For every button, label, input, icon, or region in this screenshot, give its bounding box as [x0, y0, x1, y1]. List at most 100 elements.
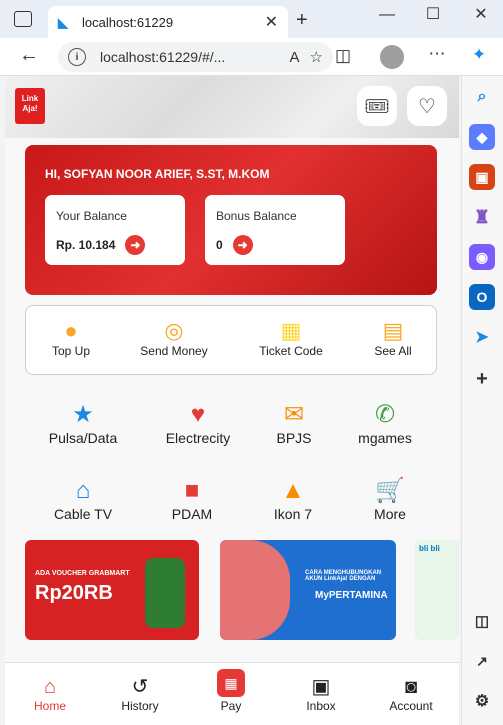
- phone-icon: ✆: [374, 401, 396, 428]
- outlook-icon[interactable]: O: [469, 284, 495, 310]
- nav-home[interactable]: ⌂ Home: [15, 675, 85, 713]
- notepad-icon: ▤: [382, 318, 404, 343]
- nav-label: History: [121, 699, 159, 713]
- service-label: Cable TV: [53, 506, 113, 522]
- nav-label: Home: [33, 699, 66, 713]
- quick-see-all[interactable]: ▤ See All: [348, 318, 438, 358]
- arrow-right-icon[interactable]: ➜: [232, 235, 253, 255]
- home-icon: ⌂: [75, 477, 91, 504]
- search-icon[interactable]: ⌕: [469, 84, 495, 110]
- banner-amount: Rp20RB: [35, 582, 113, 604]
- close-tab-icon[interactable]: ✕: [265, 12, 278, 32]
- ticket-icon: 🎟: [364, 95, 390, 118]
- banner-title: MyPERTAMINA: [315, 590, 388, 601]
- add-icon[interactable]: +: [469, 366, 495, 392]
- service-bpjs[interactable]: ✉ BPJS: [244, 400, 344, 446]
- service-pulsa[interactable]: ★ Pulsa/Data: [33, 400, 133, 446]
- service-pdam[interactable]: ■ PDAM: [142, 476, 242, 522]
- close-window-icon[interactable]: ✕: [466, 4, 496, 24]
- quick-label: Ticket Code: [259, 344, 323, 358]
- copilot-app-icon[interactable]: ◉: [469, 244, 495, 270]
- nav-account[interactable]: ◙ Account: [376, 675, 446, 713]
- home-icon: ⌂: [43, 676, 57, 698]
- new-tab-icon[interactable]: +: [296, 9, 308, 32]
- banner-image: [220, 540, 290, 640]
- quick-actions: ● Top Up ◎ Send Money ▦ Ticket Code ▤ See Al…: [25, 305, 437, 375]
- chess-icon[interactable]: ♜: [469, 204, 495, 230]
- maximize-icon[interactable]: ☐: [418, 4, 448, 24]
- favorite-star-icon[interactable]: ☆: [310, 48, 323, 66]
- linkaja-logo: Link Aja!: [15, 88, 45, 124]
- quick-send-money[interactable]: ◎ Send Money: [129, 318, 219, 358]
- favorite-button[interactable]: ♡: [407, 86, 447, 126]
- refresh-coin-icon: ◎: [164, 318, 184, 343]
- mail-icon: ✉: [283, 401, 305, 428]
- sidebar-toggle-icon[interactable]: ◫: [469, 608, 495, 634]
- browser-tab[interactable]: ◣ localhost:61229 ✕: [48, 6, 288, 38]
- balance-card: HI, SOFYAN NOOR ARIEF, S.ST, M.KOM Your …: [25, 145, 437, 295]
- banner-text: ADA VOUCHER GRABMART: [35, 570, 130, 577]
- cart-icon: 🛒: [375, 477, 405, 504]
- promo-banner-pertamina[interactable]: CARA MENGHUBUNGKAN AKUN LinkAja! DENGAN …: [220, 540, 396, 640]
- copilot-icon[interactable]: ✦: [466, 45, 492, 65]
- service-label: BPJS: [276, 430, 312, 446]
- arrow-right-icon[interactable]: ➜: [125, 235, 146, 255]
- quick-label: Send Money: [140, 344, 208, 358]
- nav-inbox[interactable]: ▣ Inbox: [286, 675, 356, 713]
- service-cable-tv[interactable]: ⌂ Cable TV: [33, 476, 133, 522]
- address-bar[interactable]: i localhost:61229/#/... A ☆: [58, 42, 333, 72]
- nav-label: Account: [389, 699, 433, 713]
- greeting: HI, SOFYAN NOOR ARIEF, S.ST, M.KOM: [45, 167, 270, 181]
- voucher-button[interactable]: 🎟: [357, 86, 397, 126]
- service-electricity[interactable]: ♥ Electrecity: [148, 400, 248, 446]
- banner-text: CARA MENGHUBUNGKAN AKUN LinkAja! DENGAN: [305, 570, 382, 582]
- your-balance-card[interactable]: Your Balance Rp. 10.184 ➜: [45, 195, 185, 265]
- tab-actions-icon[interactable]: [14, 11, 32, 27]
- minimize-icon[interactable]: —: [372, 6, 402, 24]
- balance-value: Rp. 10.184: [56, 238, 116, 252]
- toolbox-icon[interactable]: ▣: [469, 164, 495, 190]
- banner-image: [145, 558, 185, 628]
- nav-pay[interactable]: ▦ Pay: [196, 669, 266, 713]
- coin-icon: ●: [64, 318, 78, 343]
- heart-outline-icon: ♡: [418, 95, 436, 118]
- tab-title: localhost:61229: [82, 14, 174, 30]
- heart-icon: ♥: [190, 401, 206, 428]
- nav-history[interactable]: ↺ History: [105, 675, 175, 713]
- star-icon: ★: [72, 401, 94, 428]
- settings-icon[interactable]: ⚙: [469, 688, 495, 714]
- app-header: Link Aja! 🎟 ♡: [5, 76, 459, 138]
- balance-label: Your Balance: [56, 209, 127, 223]
- quick-label: See All: [374, 344, 412, 358]
- more-icon[interactable]: ⋯: [424, 44, 450, 64]
- external-link-icon[interactable]: ↗: [469, 648, 495, 674]
- quick-topup[interactable]: ● Top Up: [26, 318, 116, 358]
- app-viewport: Link Aja! 🎟 ♡ HI, SOFYAN NOOR ARIEF, S.S…: [5, 76, 459, 725]
- bonus-balance-card[interactable]: Bonus Balance 0 ➜: [205, 195, 345, 265]
- ticket-icon: ▦: [280, 318, 302, 343]
- flutter-icon: ◣: [58, 15, 68, 30]
- browser-titlebar: ◣ localhost:61229 ✕ + — ☐ ✕: [0, 0, 503, 40]
- tag-icon[interactable]: ◆: [469, 124, 495, 150]
- quick-label: Top Up: [51, 344, 91, 358]
- inbox-icon: ▣: [311, 676, 331, 698]
- nav-label: Inbox: [306, 699, 336, 713]
- nav-label: Pay: [220, 699, 242, 713]
- service-more[interactable]: 🛒 More: [340, 476, 440, 522]
- read-aloud-icon[interactable]: A: [290, 49, 300, 66]
- info-icon[interactable]: i: [68, 48, 86, 66]
- bottom-nav: ⌂ Home ↺ History ▦ Pay ▣ Inbox ◙ Account: [5, 662, 459, 725]
- promo-banner-blibli[interactable]: bli bli: [415, 540, 459, 640]
- quick-ticket-code[interactable]: ▦ Ticket Code: [246, 318, 336, 358]
- promo-banner-grabmart[interactable]: ADA VOUCHER GRABMART Rp20RB: [25, 540, 199, 640]
- service-label: PDAM: [171, 506, 213, 522]
- service-mgames[interactable]: ✆ mgames: [335, 400, 435, 446]
- url-text[interactable]: localhost:61229/#/...: [100, 49, 280, 65]
- split-screen-icon[interactable]: ◫: [330, 46, 356, 66]
- back-icon[interactable]: ←: [16, 44, 42, 67]
- service-ikon7[interactable]: ▲ Ikon 7: [243, 476, 343, 522]
- service-label: mgames: [358, 430, 412, 446]
- send-icon[interactable]: ➤: [469, 324, 495, 350]
- avatar[interactable]: [380, 45, 404, 69]
- bonus-value: 0: [216, 238, 223, 252]
